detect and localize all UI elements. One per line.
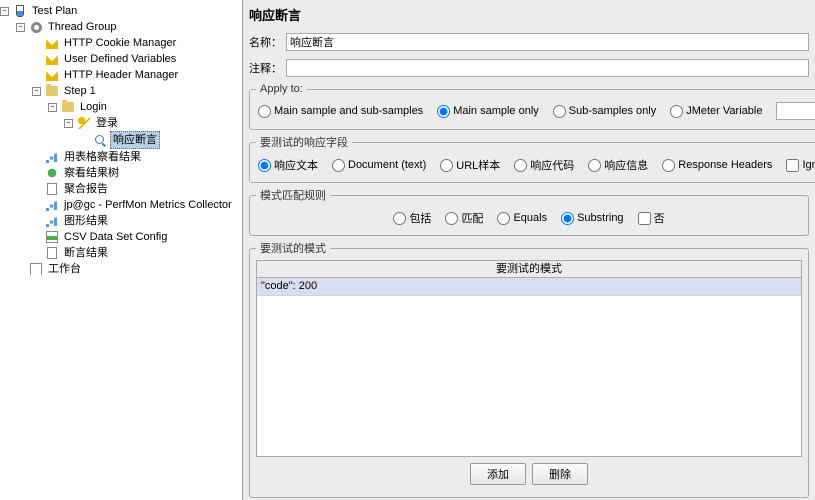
patterns-legend: 要测试的模式 [256,240,330,256]
key-icon [77,116,91,130]
tree-item[interactable]: 用表格察看结果 [32,149,242,165]
tree-login[interactable]: − Login − 登录 响应断言 [48,99,242,149]
collapse-icon[interactable]: − [48,103,57,112]
chart-icon [45,198,59,212]
tree-item[interactable]: 察看结果树 [32,165,242,181]
folder-icon [45,84,59,98]
tree-step1[interactable]: − Step 1 − Login − 登录 响应断言 [32,83,242,149]
apply-opt2[interactable]: Main sample only [437,105,539,118]
beaker-icon [13,4,27,18]
mr-opt2[interactable]: 匹配 [445,210,483,226]
rf-opt1[interactable]: 响应文本 [258,157,318,173]
wrench-icon [45,36,59,50]
tree-item[interactable]: HTTP Cookie Manager [32,35,242,51]
tree-workbench[interactable]: 工作台 [16,261,242,277]
rf-opt6[interactable]: Response Headers [662,159,772,172]
right-panel: 响应断言 名称： 注释： Apply to: Main sample and s… [243,0,815,500]
apply-opt4[interactable]: JMeter Variable [670,105,762,118]
delete-button[interactable]: 删除 [532,463,588,485]
tree-threadgroup[interactable]: − Thread Group HTTP Cookie Manager User … [16,19,242,261]
csv-icon [45,230,59,244]
comment-input[interactable] [286,59,809,77]
tree-item[interactable]: 断言结果 [32,245,242,261]
rf-opt2[interactable]: Document (text) [332,159,426,172]
response-field-legend: 要测试的响应字段 [256,134,352,150]
collapse-icon[interactable]: − [16,23,25,32]
folder-icon [61,100,75,114]
patterns-table-body[interactable]: "code": 200 [256,278,802,457]
tree-item[interactable]: User Defined Variables [32,51,242,67]
add-button[interactable]: 添加 [470,463,526,485]
collapse-icon[interactable]: − [64,119,73,128]
rf-opt3[interactable]: URL样本 [440,157,500,173]
magnify-icon [93,133,107,147]
tree-item[interactable]: HTTP Header Manager [32,67,242,83]
tree-item[interactable]: CSV Data Set Config [32,229,242,245]
wrench-icon [45,68,59,82]
mr-opt1[interactable]: 包括 [393,210,431,226]
match-rule-fieldset: 模式匹配规则 包括 匹配 Equals Substring 否 [249,187,809,236]
tree-icon [45,166,59,180]
tree-item-selected[interactable]: 响应断言 [80,131,242,149]
chart-icon [45,214,59,228]
wrench-icon [45,52,59,66]
match-rule-legend: 模式匹配规则 [256,187,330,203]
tree-item[interactable]: 聚合报告 [32,181,242,197]
apply-to-fieldset: Apply to: Main sample and sub-samples Ma… [249,83,815,130]
doc-icon [45,182,59,196]
patterns-fieldset: 要测试的模式 要测试的模式 "code": 200 添加 删除 [249,240,809,498]
tree-item[interactable]: 图形结果 [32,213,242,229]
panel-title: 响应断言 [243,0,815,29]
table-row[interactable]: "code": 200 [257,278,801,296]
rf-ignore[interactable]: Ignore Status [786,159,815,172]
collapse-icon[interactable]: − [32,87,41,96]
tree-panel: − Test Plan − Thread Group HTTP Cookie M… [0,0,243,500]
tree-item[interactable]: jp@gc - PerfMon Metrics Collector [32,197,242,213]
gear-icon [29,20,43,34]
tree-loginreq[interactable]: − 登录 响应断言 [64,115,242,149]
apply-opt3[interactable]: Sub-samples only [553,105,656,118]
patterns-column-header: 要测试的模式 [256,260,802,278]
tree-label-testplan[interactable]: Test Plan [30,3,79,19]
rf-opt5[interactable]: 响应信息 [588,157,648,173]
name-input[interactable] [286,33,809,51]
doc-icon [45,246,59,260]
collapse-icon[interactable]: − [0,7,9,16]
workbench-icon [29,262,43,276]
response-field-fieldset: 要测试的响应字段 响应文本 Document (text) URL样本 响应代码… [249,134,815,183]
jmeter-variable-input[interactable] [776,102,815,120]
mr-not[interactable]: 否 [638,210,665,226]
apply-opt1[interactable]: Main sample and sub-samples [258,105,423,118]
chart-icon [45,150,59,164]
tree-root[interactable]: − Test Plan − Thread Group HTTP Cookie M… [0,3,242,277]
comment-label: 注释： [249,60,282,76]
mr-opt4[interactable]: Substring [561,212,623,225]
name-label: 名称： [249,34,282,50]
rf-opt4[interactable]: 响应代码 [514,157,574,173]
apply-to-legend: Apply to: [256,83,307,95]
mr-opt3[interactable]: Equals [497,212,547,225]
